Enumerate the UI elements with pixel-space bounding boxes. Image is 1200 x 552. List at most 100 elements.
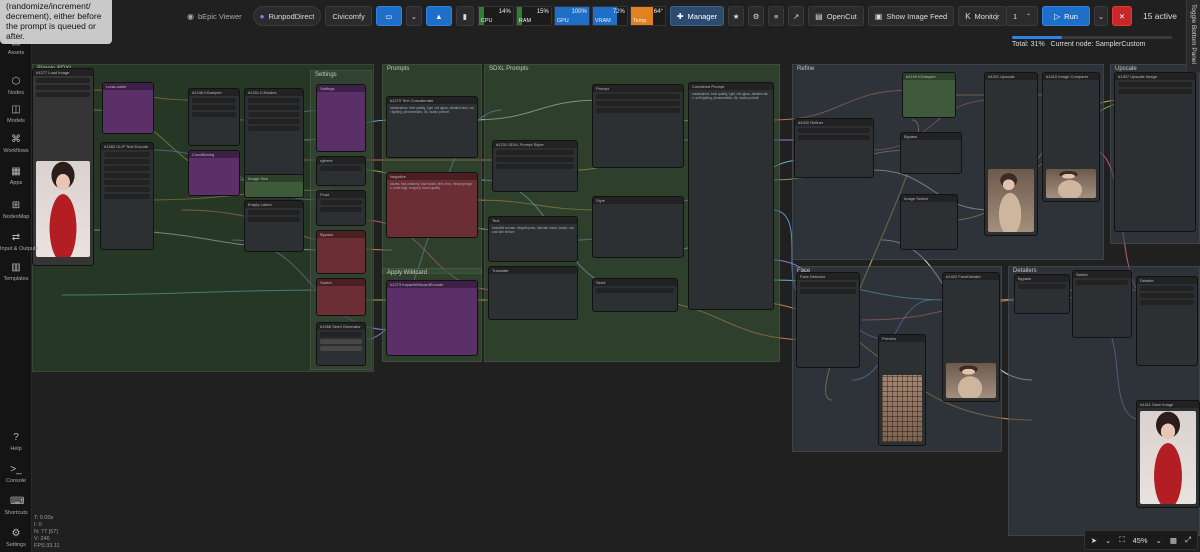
- randomize-button[interactable]: [320, 339, 362, 344]
- node-widget[interactable]: [496, 164, 574, 169]
- node-widget[interactable]: [192, 98, 236, 103]
- node-widget[interactable]: [596, 108, 680, 113]
- node-widget[interactable]: [1140, 300, 1194, 305]
- node-widget[interactable]: [248, 210, 300, 215]
- negative-prompt-node[interactable]: Negative lowres, bad anatomy, bad hands,…: [386, 172, 478, 238]
- node-widget[interactable]: [104, 194, 150, 199]
- sidebar-item-input-outputs[interactable]: ⇄ Input & Outputs: [0, 232, 38, 252]
- node-widget[interactable]: [320, 332, 362, 337]
- node-widget[interactable]: [248, 217, 300, 222]
- node-widget[interactable]: [104, 166, 150, 171]
- node-widget[interactable]: [1140, 293, 1194, 298]
- link-visibility-icon[interactable]: ⤢: [1185, 535, 1191, 545]
- text-node-4[interactable]: Style: [592, 196, 684, 258]
- share-button[interactable]: ↗: [788, 6, 805, 26]
- sidebar-item-apps[interactable]: ▦ Apps: [0, 166, 32, 186]
- node-widget[interactable]: [496, 150, 574, 155]
- seed-node[interactable]: #1268 Seed Generator: [316, 322, 366, 366]
- settings-node-5[interactable]: Switch: [316, 278, 366, 316]
- text-node-3[interactable]: Prompt: [592, 84, 684, 168]
- stack-button[interactable]: ≡: [768, 6, 785, 26]
- lora-node[interactable]: LoraLoader: [102, 82, 154, 134]
- text-node-1[interactable]: Text beautiful woman, elegant pose, intr…: [488, 216, 578, 262]
- node-graph-canvas[interactable]: Simple SDXL Settings Prompts SDXL Prompt…: [32, 0, 1200, 552]
- node-widget[interactable]: [320, 207, 362, 212]
- node-widget[interactable]: [798, 128, 870, 133]
- active-queue-button[interactable]: 15 active: [1136, 6, 1184, 26]
- sidebar-item-models[interactable]: ◫ Models: [0, 104, 32, 124]
- settings-node-4[interactable]: Bypass: [316, 230, 366, 274]
- star-button[interactable]: ★: [728, 6, 745, 26]
- empty-latent-node[interactable]: Empty Latent: [244, 200, 304, 252]
- save-image-node[interactable]: #1411 Save Image: [1136, 400, 1200, 508]
- node-widget[interactable]: [248, 98, 300, 103]
- node-widget[interactable]: [1118, 82, 1192, 87]
- node-widget[interactable]: [104, 180, 150, 185]
- drag-handle[interactable]: ⋮: [990, 6, 1002, 26]
- manager-button[interactable]: ✚ Manager: [669, 6, 725, 26]
- node-widget[interactable]: [36, 85, 90, 90]
- toggle-bottom-panel-tab[interactable]: Toggle Bottom Panel: [1186, 0, 1200, 72]
- zoom-level[interactable]: 45%: [1133, 536, 1148, 545]
- detailer-node-1[interactable]: Bypass: [1014, 274, 1070, 314]
- model-loader-node[interactable]: #1283 CLIP Text Encode: [100, 142, 154, 250]
- minimap-icon[interactable]: ▦: [1170, 536, 1177, 545]
- settings-node-3[interactable]: Float: [316, 190, 366, 226]
- node-widget[interactable]: [596, 101, 680, 106]
- node-widget[interactable]: [248, 119, 300, 124]
- bookmark-button[interactable]: ▮: [455, 6, 474, 26]
- node-widget[interactable]: [192, 105, 236, 110]
- face-node-1[interactable]: Face Detector: [796, 272, 860, 368]
- sidebar-item-settings[interactable]: ⚙ Settings: [0, 528, 32, 548]
- chevron-down-icon[interactable]: ⌄: [1156, 536, 1162, 545]
- screen-dropdown-button[interactable]: ⌄: [405, 6, 422, 26]
- new-fixed-random-button[interactable]: [320, 346, 362, 351]
- refine-node-5[interactable]: Bypass: [900, 132, 962, 174]
- node-widget[interactable]: [192, 112, 236, 117]
- load-image-node[interactable]: #1277 Load Image: [32, 68, 94, 266]
- refine-node-3[interactable]: #4201 Upscale: [984, 72, 1038, 236]
- settings-node-2[interactable]: rgthree: [316, 156, 366, 186]
- sidebar-item-workflows[interactable]: ⌘ Workflows: [0, 134, 32, 154]
- text-node-5[interactable]: Seed: [592, 278, 678, 312]
- node-widget[interactable]: [320, 166, 362, 171]
- node-widget[interactable]: [248, 126, 300, 131]
- node-widget[interactable]: [596, 94, 680, 99]
- runpod-button[interactable]: ● RunpodDirect: [252, 6, 322, 26]
- epic-viewer-button[interactable]: ◉ bEpic Viewer: [180, 6, 249, 26]
- ksampler-node[interactable]: #1246 KSampler: [188, 88, 240, 146]
- node-widget[interactable]: [1018, 284, 1066, 289]
- prompt-node[interactable]: #1279 Text Concatenate masterpiece, best…: [386, 96, 478, 158]
- node-widget[interactable]: [36, 78, 90, 83]
- text-node-6[interactable]: Combined Prompt masterpiece, best qualit…: [688, 82, 774, 310]
- batch-count-input[interactable]: 1 ⌃: [1005, 6, 1038, 26]
- vae-decode-node[interactable]: #1251 KJNodes: [244, 88, 304, 178]
- node-widget[interactable]: [798, 135, 870, 140]
- face-node-3[interactable]: #1402 FaceDetailer: [942, 272, 1000, 402]
- sidebar-item-console[interactable]: >_ Console: [0, 464, 32, 484]
- node-widget[interactable]: [36, 92, 90, 97]
- cancel-button[interactable]: ✕: [1111, 6, 1132, 26]
- screen-toggle-button[interactable]: ▭: [375, 6, 402, 26]
- sidebar-item-templates[interactable]: ▥ Templates: [0, 262, 32, 282]
- civicomfy-button[interactable]: Civicomfy: [325, 6, 372, 26]
- node-widget[interactable]: [104, 152, 150, 157]
- wildcard-node[interactable]: #1273 ImpactWildcardEncode: [386, 280, 478, 356]
- combined-text[interactable]: masterpiece, best quality, 1girl, red qi…: [689, 90, 773, 102]
- upscale-node[interactable]: #1307 Upscale Image: [1114, 72, 1196, 232]
- sidebar-item-help[interactable]: ? Help: [0, 432, 32, 452]
- detailer-node-2[interactable]: Switch: [1072, 270, 1132, 338]
- negative-text[interactable]: lowres, bad anatomy, bad hands, text, er…: [387, 180, 477, 192]
- pointer-icon[interactable]: ➤: [1091, 536, 1097, 545]
- run-button[interactable]: ▷ Run: [1041, 6, 1090, 26]
- opencut-button[interactable]: ▤ OpenCut: [808, 6, 864, 26]
- fit-view-icon[interactable]: ⛶: [1119, 535, 1124, 545]
- node-widget[interactable]: [800, 282, 856, 287]
- wildcard-text[interactable]: beautiful woman, elegant pose, intricate…: [489, 224, 577, 236]
- node-widget[interactable]: [1140, 286, 1194, 291]
- logo-button[interactable]: ▲: [425, 6, 452, 26]
- refine-node-4[interactable]: #1410 Image Comparer: [1042, 72, 1100, 202]
- sdxl-styler-node[interactable]: #1231 SDXL Prompt Styler: [492, 140, 578, 192]
- node-widget[interactable]: [104, 159, 150, 164]
- refine-node-6[interactable]: Image Switch: [900, 194, 958, 250]
